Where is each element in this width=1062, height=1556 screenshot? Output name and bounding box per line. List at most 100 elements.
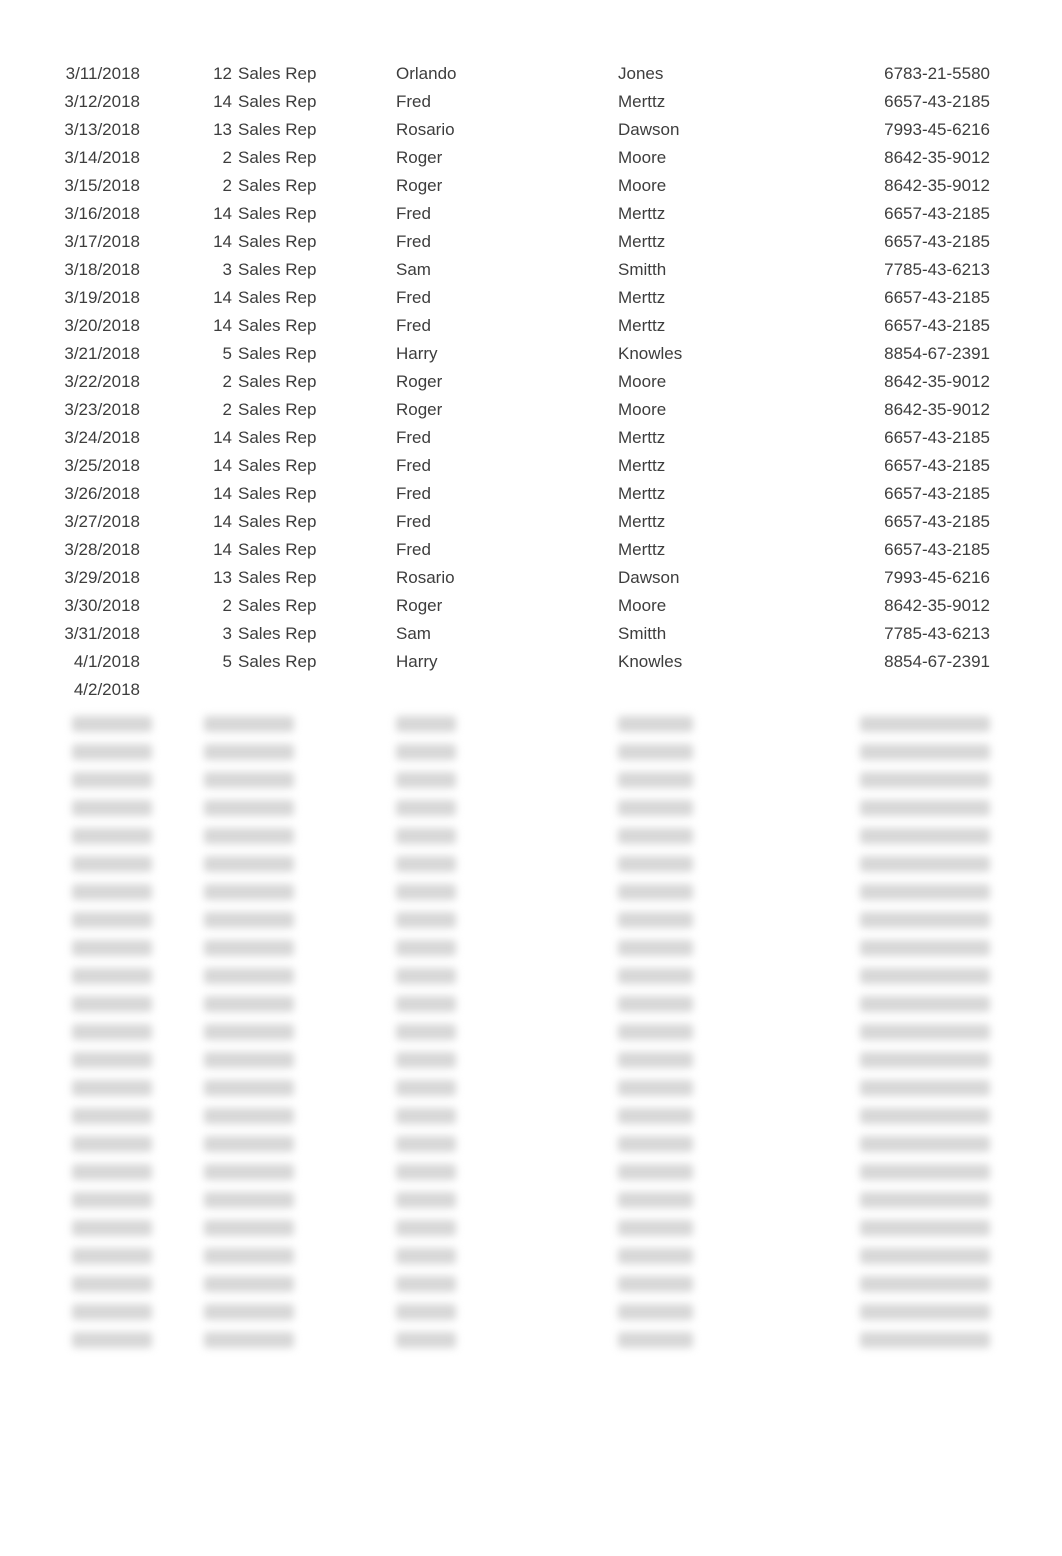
blurred-cell (388, 716, 610, 732)
blurred-cell (832, 744, 998, 760)
cell-first-name: Fred (388, 509, 610, 535)
table-row: 3/22/20182Sales RepRogerMoore8642-35-901… (48, 368, 1014, 396)
cell-id-number: 7785-43-6213 (832, 257, 998, 283)
blurred-cell (200, 1052, 388, 1068)
blurred-cell (48, 912, 200, 928)
blurred-cell (200, 772, 388, 788)
cell-date: 3/19/2018 (48, 285, 200, 311)
blurred-row (48, 1046, 1014, 1074)
cell-last-name: Jones (610, 61, 832, 87)
cell-date: 3/28/2018 (48, 537, 200, 563)
blurred-cell (200, 1220, 388, 1236)
blurred-cell (388, 1080, 610, 1096)
table-row: 3/29/201813Sales RepRosarioDawson7993-45… (48, 564, 1014, 592)
cell-first-name: Fred (388, 201, 610, 227)
cell-rep-number: 13 (200, 117, 236, 143)
cell-last-name: Merttz (610, 537, 832, 563)
cell-role: Sales Rep (236, 565, 388, 591)
cell-date: 3/21/2018 (48, 341, 200, 367)
cell-rep-number: 14 (200, 89, 236, 115)
cell-first-name: Roger (388, 145, 610, 171)
blurred-row (48, 1298, 1014, 1326)
blurred-cell (610, 1108, 832, 1124)
blurred-cell (832, 1052, 998, 1068)
cell-first-name: Fred (388, 89, 610, 115)
blurred-cell (610, 1304, 832, 1320)
cell-rep-number: 13 (200, 565, 236, 591)
cell-role: Sales Rep (236, 453, 388, 479)
table-row: 3/11/201812Sales RepOrlandoJones6783-21-… (48, 60, 1014, 88)
blurred-row (48, 1270, 1014, 1298)
blurred-row (48, 990, 1014, 1018)
cell-role: Sales Rep (236, 257, 388, 283)
cell-role: Sales Rep (236, 285, 388, 311)
blurred-cell (610, 1276, 832, 1292)
table-row: 3/30/20182Sales RepRogerMoore8642-35-901… (48, 592, 1014, 620)
cell-date: 3/22/2018 (48, 369, 200, 395)
table-row: 3/31/20183Sales RepSamSmitth7785-43-6213 (48, 620, 1014, 648)
cell-role: Sales Rep (236, 649, 388, 675)
cell-rep-number: 3 (200, 621, 236, 647)
table-row: 3/13/201813Sales RepRosarioDawson7993-45… (48, 116, 1014, 144)
cell-id-number: 6657-43-2185 (832, 229, 998, 255)
cell-date: 3/20/2018 (48, 313, 200, 339)
cell-id-number: 6657-43-2185 (832, 89, 998, 115)
cell-rep-number: 14 (200, 425, 236, 451)
cell-first-name: Sam (388, 621, 610, 647)
table-row: 3/12/201814Sales RepFredMerttz6657-43-21… (48, 88, 1014, 116)
blurred-cell (832, 800, 998, 816)
blurred-cell (388, 912, 610, 928)
blurred-cell (200, 1136, 388, 1152)
cell-last-name: Knowles (610, 341, 832, 367)
table-row: 3/18/20183Sales RepSamSmitth7785-43-6213 (48, 256, 1014, 284)
table-row: 3/23/20182Sales RepRogerMoore8642-35-901… (48, 396, 1014, 424)
blurred-row (48, 1242, 1014, 1270)
cell-first-name: Fred (388, 425, 610, 451)
blurred-cell (48, 940, 200, 956)
cell-last-name: Merttz (610, 425, 832, 451)
table-row: 3/17/201814Sales RepFredMerttz6657-43-21… (48, 228, 1014, 256)
cell-id-number: 6783-21-5580 (832, 61, 998, 87)
cell-last-name: Moore (610, 369, 832, 395)
cell-date: 3/26/2018 (48, 481, 200, 507)
cell-role: Sales Rep (236, 313, 388, 339)
cell-first-name: Roger (388, 173, 610, 199)
blurred-cell (48, 1164, 200, 1180)
blurred-cell (200, 1164, 388, 1180)
cell-last-name: Moore (610, 145, 832, 171)
cell-last-name: Merttz (610, 313, 832, 339)
table-row: 3/20/201814Sales RepFredMerttz6657-43-21… (48, 312, 1014, 340)
blurred-cell (200, 968, 388, 984)
table-row: 3/25/201814Sales RepFredMerttz6657-43-21… (48, 452, 1014, 480)
blurred-cell (610, 1192, 832, 1208)
cell-id-number: 8642-35-9012 (832, 369, 998, 395)
blurred-row (48, 1074, 1014, 1102)
blurred-rows (48, 710, 1014, 1354)
blurred-cell (832, 1304, 998, 1320)
blurred-cell (388, 1192, 610, 1208)
cell-last-name: Merttz (610, 89, 832, 115)
blurred-cell (200, 1024, 388, 1040)
table-row: 3/16/201814Sales RepFredMerttz6657-43-21… (48, 200, 1014, 228)
cell-date: 4/1/2018 (48, 649, 200, 675)
cell-first-name: Fred (388, 313, 610, 339)
cell-date: 3/12/2018 (48, 89, 200, 115)
cell-role: Sales Rep (236, 173, 388, 199)
blurred-cell (388, 940, 610, 956)
blurred-cell (48, 856, 200, 872)
cell-last-name: Moore (610, 593, 832, 619)
cell-date: 3/14/2018 (48, 145, 200, 171)
cell-role: Sales Rep (236, 89, 388, 115)
cell-id-number: 8854-67-2391 (832, 649, 998, 675)
blurred-cell (200, 1248, 388, 1264)
blurred-cell (610, 996, 832, 1012)
cell-first-name: Rosario (388, 117, 610, 143)
blurred-cell (388, 1108, 610, 1124)
cell-id-number: 6657-43-2185 (832, 537, 998, 563)
blurred-cell (48, 828, 200, 844)
cell-date: 3/17/2018 (48, 229, 200, 255)
cell-id-number: 7993-45-6216 (832, 565, 998, 591)
cell-rep-number: 14 (200, 481, 236, 507)
blurred-cell (832, 1276, 998, 1292)
cell-first-name: Fred (388, 229, 610, 255)
